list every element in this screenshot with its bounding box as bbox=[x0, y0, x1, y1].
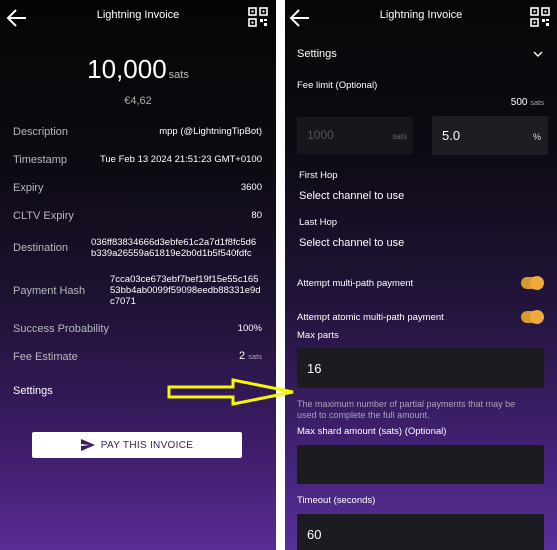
payment-hash-label: Payment Hash bbox=[13, 285, 86, 297]
destination-value: 036ff83834666d3ebfe61c2a7d1f8fc5d6 b339a… bbox=[91, 237, 267, 259]
fee-limit-label: Fee limit (Optional) bbox=[297, 80, 378, 91]
fee-estimate-unit: sats bbox=[248, 352, 262, 361]
timeout-input[interactable]: 60 bbox=[297, 514, 544, 550]
fee-percent-value: 5.0 bbox=[442, 128, 461, 143]
fee-percent-input[interactable]: 5.0 % bbox=[432, 116, 548, 155]
description-value: mpp (@LightningTipBot) bbox=[159, 126, 262, 137]
max-parts-help: The maximum number of partial payments t… bbox=[297, 399, 515, 421]
fee-estimate-number: 2 bbox=[239, 350, 246, 362]
cltv-expiry-value: 80 bbox=[251, 210, 262, 221]
payment-hash-value: 7cca03ce673ebf7bef19f15e55c165 53bb4ab00… bbox=[110, 274, 268, 307]
max-parts-label: Max parts bbox=[297, 330, 339, 341]
mpp-label: Attempt multi-path payment bbox=[297, 278, 414, 289]
toggle-knob bbox=[530, 276, 544, 290]
destination-line: b339a26559a61819e2b0d1b5f540fdfc bbox=[91, 248, 252, 259]
chevron-down-icon[interactable] bbox=[533, 51, 543, 58]
success-probability-value: 100% bbox=[237, 323, 262, 334]
payment-hash-line: c7071 bbox=[110, 296, 136, 307]
max-parts-input[interactable]: 16 bbox=[297, 348, 544, 388]
panel-divider bbox=[276, 0, 285, 550]
mpp-toggle[interactable] bbox=[521, 276, 544, 290]
send-icon bbox=[80, 439, 95, 451]
invoice-panel: Lightning Invoice 10,000 sats €4,62 Descr… bbox=[0, 0, 276, 550]
amount-value: 10,000 bbox=[87, 54, 167, 84]
fee-percent-unit: % bbox=[532, 132, 541, 142]
fee-limit-unit: sats bbox=[530, 98, 544, 107]
pay-invoice-button[interactable]: PAY THIS INVOICE bbox=[32, 432, 242, 458]
settings-header[interactable]: Settings bbox=[297, 48, 337, 60]
fee-limit-number: 500 bbox=[510, 97, 528, 108]
header-title: Lightning Invoice bbox=[96, 9, 180, 21]
settings-toggle[interactable]: Settings bbox=[13, 385, 53, 397]
expiry-label: Expiry bbox=[13, 182, 44, 194]
fee-sats-input[interactable]: 1000 sats bbox=[297, 117, 413, 154]
last-hop-select[interactable]: Select channel to use bbox=[299, 237, 404, 249]
timeout-label: Timeout (seconds) bbox=[297, 495, 376, 506]
header-title: Lightning Invoice bbox=[379, 9, 463, 21]
fiat-amount: €4,62 bbox=[124, 95, 152, 107]
payment-hash-line: 7cca03ce673ebf7bef19f15e55c165 bbox=[110, 274, 259, 285]
amp-toggle[interactable] bbox=[521, 310, 544, 324]
qr-code-icon[interactable] bbox=[530, 7, 550, 27]
max-shard-label: Max shard amount (sats) (Optional) bbox=[297, 426, 447, 437]
payment-hash-line: 53bb4ab0099f59098eedb88331e9d bbox=[110, 285, 261, 296]
first-hop-label: First Hop bbox=[299, 170, 338, 181]
timestamp-label: Timestamp bbox=[13, 154, 67, 166]
fee-limit-value: 500 sats bbox=[511, 97, 544, 108]
max-parts-value: 16 bbox=[307, 361, 322, 376]
settings-panel: Lightning Invoice Settings Fee limit (Op… bbox=[285, 0, 557, 550]
cltv-expiry-label: CLTV Expiry bbox=[13, 210, 74, 222]
first-hop-select[interactable]: Select channel to use bbox=[299, 190, 404, 202]
pay-invoice-label: PAY THIS INVOICE bbox=[100, 439, 194, 451]
timeout-value: 60 bbox=[307, 527, 322, 542]
amount-display: 10,000 sats bbox=[0, 54, 276, 85]
max-parts-help-line: used to complete the full amount. bbox=[297, 410, 430, 420]
toggle-knob bbox=[530, 310, 544, 324]
fee-estimate-label: Fee Estimate bbox=[13, 351, 78, 363]
annotation-arrow-icon bbox=[167, 378, 294, 406]
amount-unit: sats bbox=[168, 69, 189, 81]
amp-label: Attempt atomic multi-path payment bbox=[297, 312, 444, 323]
last-hop-label: Last Hop bbox=[299, 217, 338, 228]
destination-label: Destination bbox=[13, 242, 69, 254]
qr-code-icon[interactable] bbox=[248, 7, 268, 27]
expiry-value: 3600 bbox=[240, 182, 262, 193]
fee-estimate-value: 2 sats bbox=[239, 350, 262, 362]
timestamp-value: Tue Feb 13 2024 21:51:23 GMT+0100 bbox=[99, 154, 262, 165]
fee-sats-placeholder: 1000 bbox=[307, 128, 334, 142]
max-parts-help-line: The maximum number of partial payments t… bbox=[297, 399, 516, 409]
fee-sats-unit: sats bbox=[392, 132, 407, 141]
max-shard-input[interactable] bbox=[297, 445, 544, 484]
description-label: Description bbox=[13, 126, 69, 138]
destination-line: 036ff83834666d3ebfe61c2a7d1f8fc5d6 bbox=[91, 237, 257, 248]
success-probability-label: Success Probability bbox=[13, 323, 109, 335]
